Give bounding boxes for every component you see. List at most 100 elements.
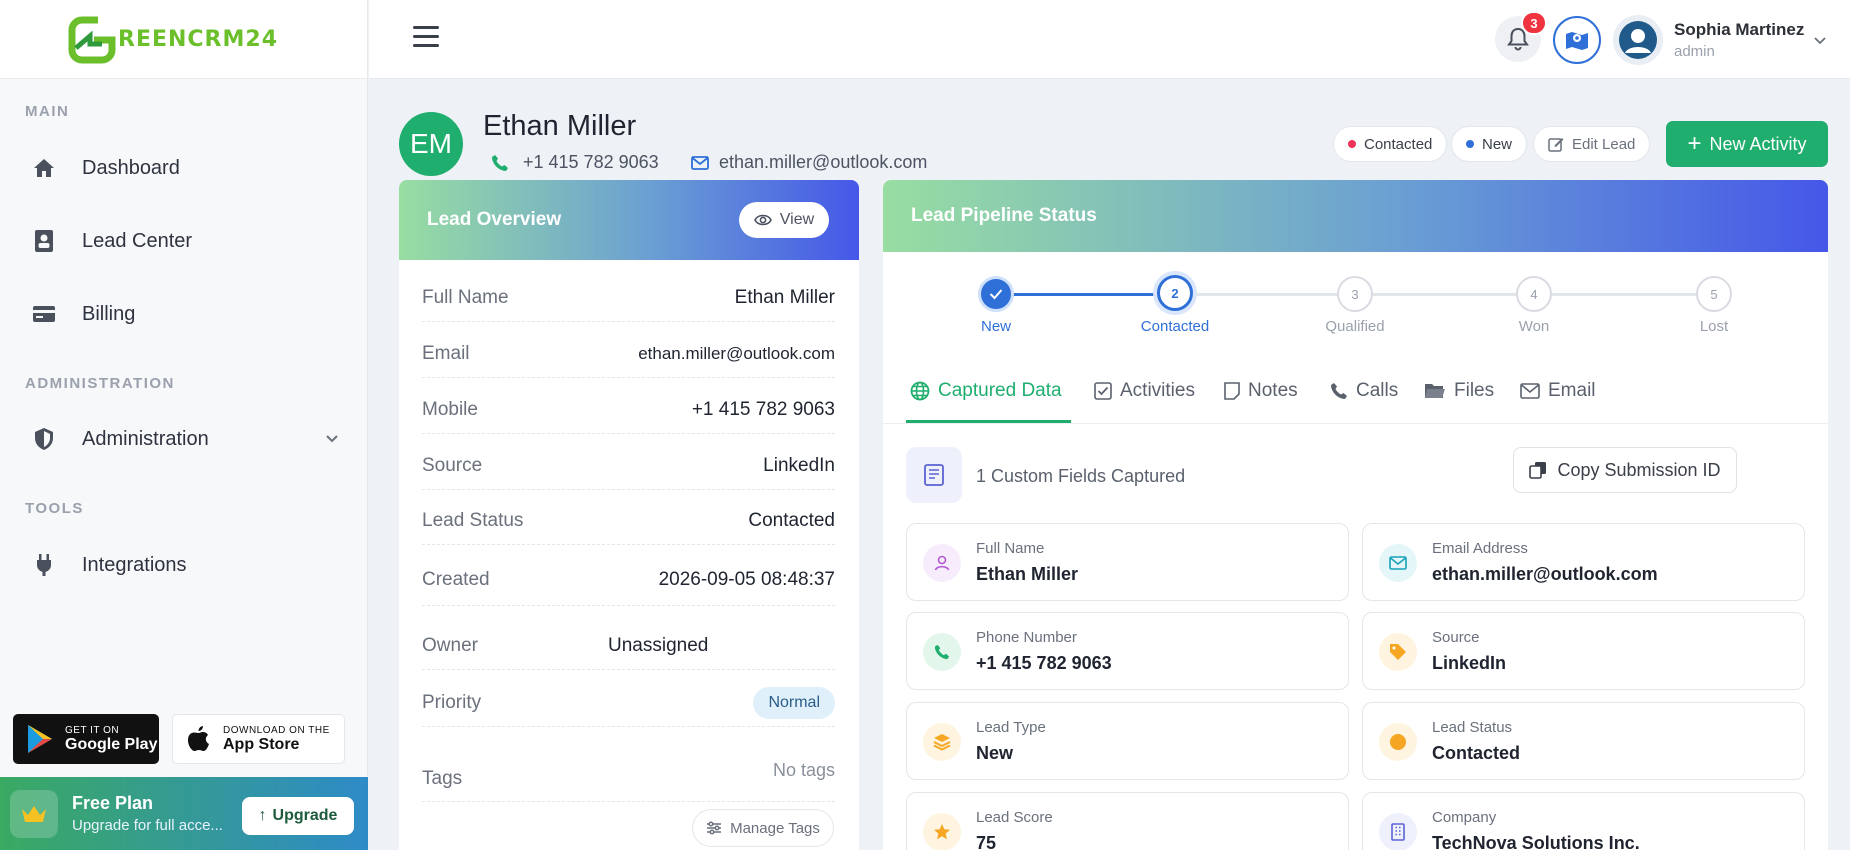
- tab-email[interactable]: Email: [1520, 380, 1596, 402]
- app-store-button[interactable]: DOWNLOAD ON THE App Store: [172, 714, 345, 764]
- tab-calls[interactable]: Calls: [1330, 380, 1398, 402]
- plan-title: Free Plan: [72, 793, 154, 813]
- manage-tags-button[interactable]: Manage Tags: [692, 809, 834, 847]
- folder-icon: [1425, 384, 1445, 398]
- sidebar-item-dashboard[interactable]: Dashboard: [30, 148, 180, 188]
- lead-overview-card: Lead Overview View Full Name Ethan Miller…: [399, 180, 859, 850]
- chevron-down-icon[interactable]: [324, 430, 340, 446]
- step-lost[interactable]: 5: [1696, 276, 1732, 312]
- row-value[interactable]: +1 415 782 9063: [692, 399, 835, 421]
- topbar: 3 Sophia Martinez admin: [369, 0, 1850, 79]
- field-value: Ethan Miller: [976, 564, 1079, 584]
- edit-lead-label: Edit Lead: [1572, 135, 1636, 153]
- row-value: LinkedIn: [763, 454, 835, 476]
- user-menu-chevron-icon[interactable]: [1812, 32, 1828, 48]
- field-value: 75: [976, 833, 997, 850]
- tab-label: Files: [1454, 380, 1495, 401]
- field-card-email-address: Email Address ethan.miller@outlook.com: [1362, 523, 1805, 601]
- view-button[interactable]: View: [739, 202, 829, 238]
- sidebar-item-administration[interactable]: Administration: [30, 419, 209, 459]
- manage-tags-label: Manage Tags: [730, 819, 820, 837]
- priority-badge: Normal: [753, 686, 835, 719]
- type-badge-label: New: [1482, 135, 1513, 153]
- field-card-source: Source LinkedIn: [1362, 612, 1805, 690]
- nav-section-tools: TOOLS: [25, 500, 84, 517]
- field-label: Email Address: [1432, 540, 1528, 557]
- tab-notes[interactable]: Notes: [1224, 380, 1298, 402]
- sidebar-item-integrations[interactable]: Integrations: [30, 545, 187, 585]
- row-value: 2026-09-05 08:48:37: [658, 568, 835, 590]
- sidebar-item-label: Lead Center: [82, 229, 193, 252]
- tab-files[interactable]: Files: [1424, 380, 1494, 402]
- tab-activities[interactable]: Activities: [1094, 380, 1195, 402]
- active-tab-indicator: [906, 420, 1071, 423]
- row-value[interactable]: ethan.miller@outlook.com: [638, 344, 835, 364]
- menu-toggle-icon[interactable]: [413, 26, 439, 48]
- field-card-company: Company TechNova Solutions Inc.: [1362, 792, 1805, 850]
- note-icon: [1224, 382, 1240, 400]
- step-contacted[interactable]: 2: [1157, 275, 1193, 311]
- pipeline-header: Lead Pipeline Status: [883, 180, 1828, 252]
- map-button[interactable]: [1553, 16, 1601, 64]
- overview-row-priority: Priority Normal: [422, 679, 835, 727]
- copy-icon: [1529, 462, 1547, 479]
- step-new[interactable]: [978, 276, 1014, 312]
- tab-label: Captured Data: [938, 380, 1062, 401]
- status-dot-icon: [1379, 723, 1417, 761]
- step-won[interactable]: 4: [1516, 276, 1552, 312]
- checkbox-icon: [1094, 382, 1112, 400]
- step-label-contacted: Contacted: [1140, 318, 1210, 335]
- new-activity-button[interactable]: + New Activity: [1666, 121, 1828, 167]
- lead-name: Ethan Miller: [483, 110, 637, 142]
- row-key: Priority: [422, 691, 482, 713]
- tab-captured-data[interactable]: Captured Data: [910, 380, 1062, 402]
- lead-overview-title: Lead Overview: [427, 209, 562, 230]
- overview-row-lead-status: Lead Status Contacted: [422, 497, 835, 545]
- step-qualified[interactable]: 3: [1337, 276, 1373, 312]
- row-value[interactable]: Unassigned: [608, 635, 708, 657]
- layers-icon: [923, 723, 961, 761]
- user-name[interactable]: Sophia Martinez: [1674, 20, 1804, 40]
- overview-row-tags: Tags No tags: [422, 742, 835, 802]
- sidebar-item-lead-center[interactable]: Lead Center: [30, 221, 192, 261]
- field-label: Phone Number: [976, 629, 1077, 646]
- tab-label: Activities: [1120, 380, 1195, 401]
- overview-row-mobile: Mobile +1 415 782 9063: [422, 386, 835, 434]
- globe-icon: [910, 381, 930, 401]
- new-activity-label: New Activity: [1709, 133, 1807, 154]
- sidebar-item-billing[interactable]: Billing: [30, 294, 135, 334]
- contact-book-icon: [30, 227, 58, 255]
- pipeline-title: Lead Pipeline Status: [911, 205, 1097, 226]
- google-play-button[interactable]: GET IT ON Google Play: [13, 714, 159, 764]
- check-icon: [989, 289, 1003, 300]
- plan-subtitle: Upgrade for full acce...: [72, 817, 223, 834]
- overview-row-email: Email ethan.miller@outlook.com: [422, 330, 835, 378]
- field-card-lead-type: Lead Type New: [906, 702, 1349, 780]
- overview-row-created: Created 2026-09-05 08:48:37: [422, 554, 835, 606]
- lead-overview-header: Lead Overview View: [399, 180, 859, 260]
- shield-icon: [30, 425, 58, 453]
- free-plan-banner: Free Plan Upgrade for full acce... ↑ Upg…: [0, 777, 368, 850]
- lead-phone[interactable]: +1 415 782 9063: [491, 152, 659, 173]
- lead-email[interactable]: ethan.miller@outlook.com: [691, 152, 927, 173]
- credit-card-icon: [30, 300, 58, 328]
- copy-submission-id-button[interactable]: Copy Submission ID: [1513, 447, 1737, 493]
- edit-lead-button[interactable]: Edit Lead: [1533, 126, 1651, 162]
- lead-phone-text: +1 415 782 9063: [523, 152, 659, 172]
- eye-icon: [753, 214, 772, 226]
- sidebar-item-label: Dashboard: [82, 156, 180, 179]
- status-dot-icon: [1348, 140, 1356, 148]
- row-value: Contacted: [748, 509, 835, 531]
- field-label: Source: [1432, 629, 1480, 646]
- phone-icon: [492, 154, 508, 171]
- upgrade-button[interactable]: ↑ Upgrade: [242, 797, 354, 835]
- arrow-up-icon: ↑: [258, 807, 267, 824]
- google-play-big-text: Google Play: [65, 735, 158, 753]
- field-card-full-name: Full Name Ethan Miller: [906, 523, 1349, 601]
- crown-icon: [10, 789, 58, 838]
- field-value: TechNova Solutions Inc.: [1432, 833, 1640, 850]
- user-avatar[interactable]: [1613, 15, 1663, 65]
- tabs-divider: [883, 423, 1828, 424]
- view-label: View: [779, 211, 815, 228]
- brand-logo[interactable]: REENCRM24: [0, 0, 367, 79]
